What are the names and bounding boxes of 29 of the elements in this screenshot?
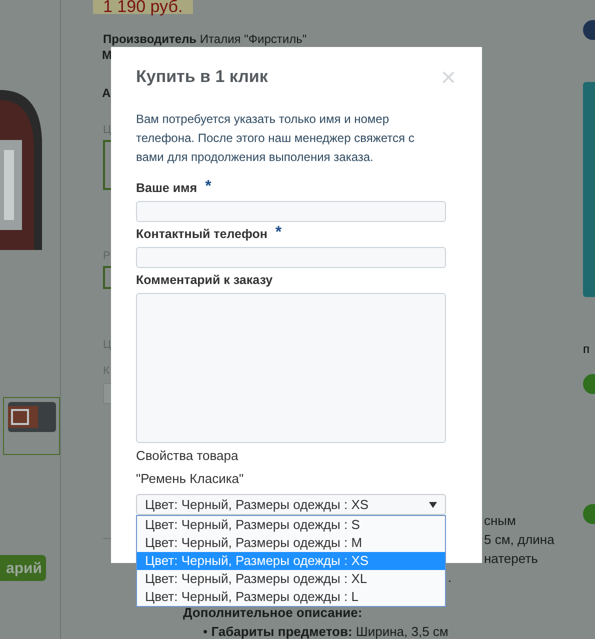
list-item: • Габариты предметов: Ширина, 3,5 см xyxy=(203,624,450,639)
bullet-text: • xyxy=(203,624,208,639)
description-text: сным xyxy=(484,512,517,530)
label-text: М xyxy=(102,48,112,62)
required-mark: * xyxy=(275,227,282,241)
modal-title: Купить в 1 клик xyxy=(136,67,268,87)
caret-icon xyxy=(429,502,437,508)
required-mark: * xyxy=(205,181,212,195)
section-title: Свойства товара xyxy=(136,448,240,463)
dropdown-option[interactable]: Цвет: Черный, Размеры одежды : L xyxy=(137,588,445,606)
description-text: . xyxy=(448,569,453,587)
input-field[interactable] xyxy=(136,247,446,268)
field-label: Комментарий к заказу xyxy=(136,273,273,287)
description-text: 5 см, длина xyxy=(484,531,556,549)
dropdown-option[interactable]: Цвет: Черный, Размеры одежды : M xyxy=(137,534,445,552)
dropdown-option[interactable]: Цвет: Черный, Размеры одежды : XL xyxy=(137,570,445,588)
product-name: "Ремень Класика" xyxy=(136,471,245,486)
intro-text: Вам потребуется указать только имя и номер телефона. После этого наш менеджер свяжется с вами для продолжения выполения заказа. xyxy=(136,111,416,166)
comment-field[interactable] xyxy=(136,293,446,443)
manufacturer-text: Производитель Италия "Фирстиль" xyxy=(103,32,307,46)
section-title: Дополнительное описание: xyxy=(183,605,364,620)
field-label: Контактный телефон xyxy=(136,227,268,241)
label-text: А xyxy=(102,86,111,100)
dropdown-option[interactable]: Цвет: Черный, Размеры одежды : S xyxy=(137,516,445,534)
input-field[interactable] xyxy=(136,201,446,222)
field-label: Ваше имя xyxy=(136,181,198,195)
side-text: п xyxy=(583,342,590,356)
variant-select[interactable]: Цвет: Черный, Размеры одежды : XS xyxy=(136,494,446,515)
description-text: натереть xyxy=(484,550,539,568)
